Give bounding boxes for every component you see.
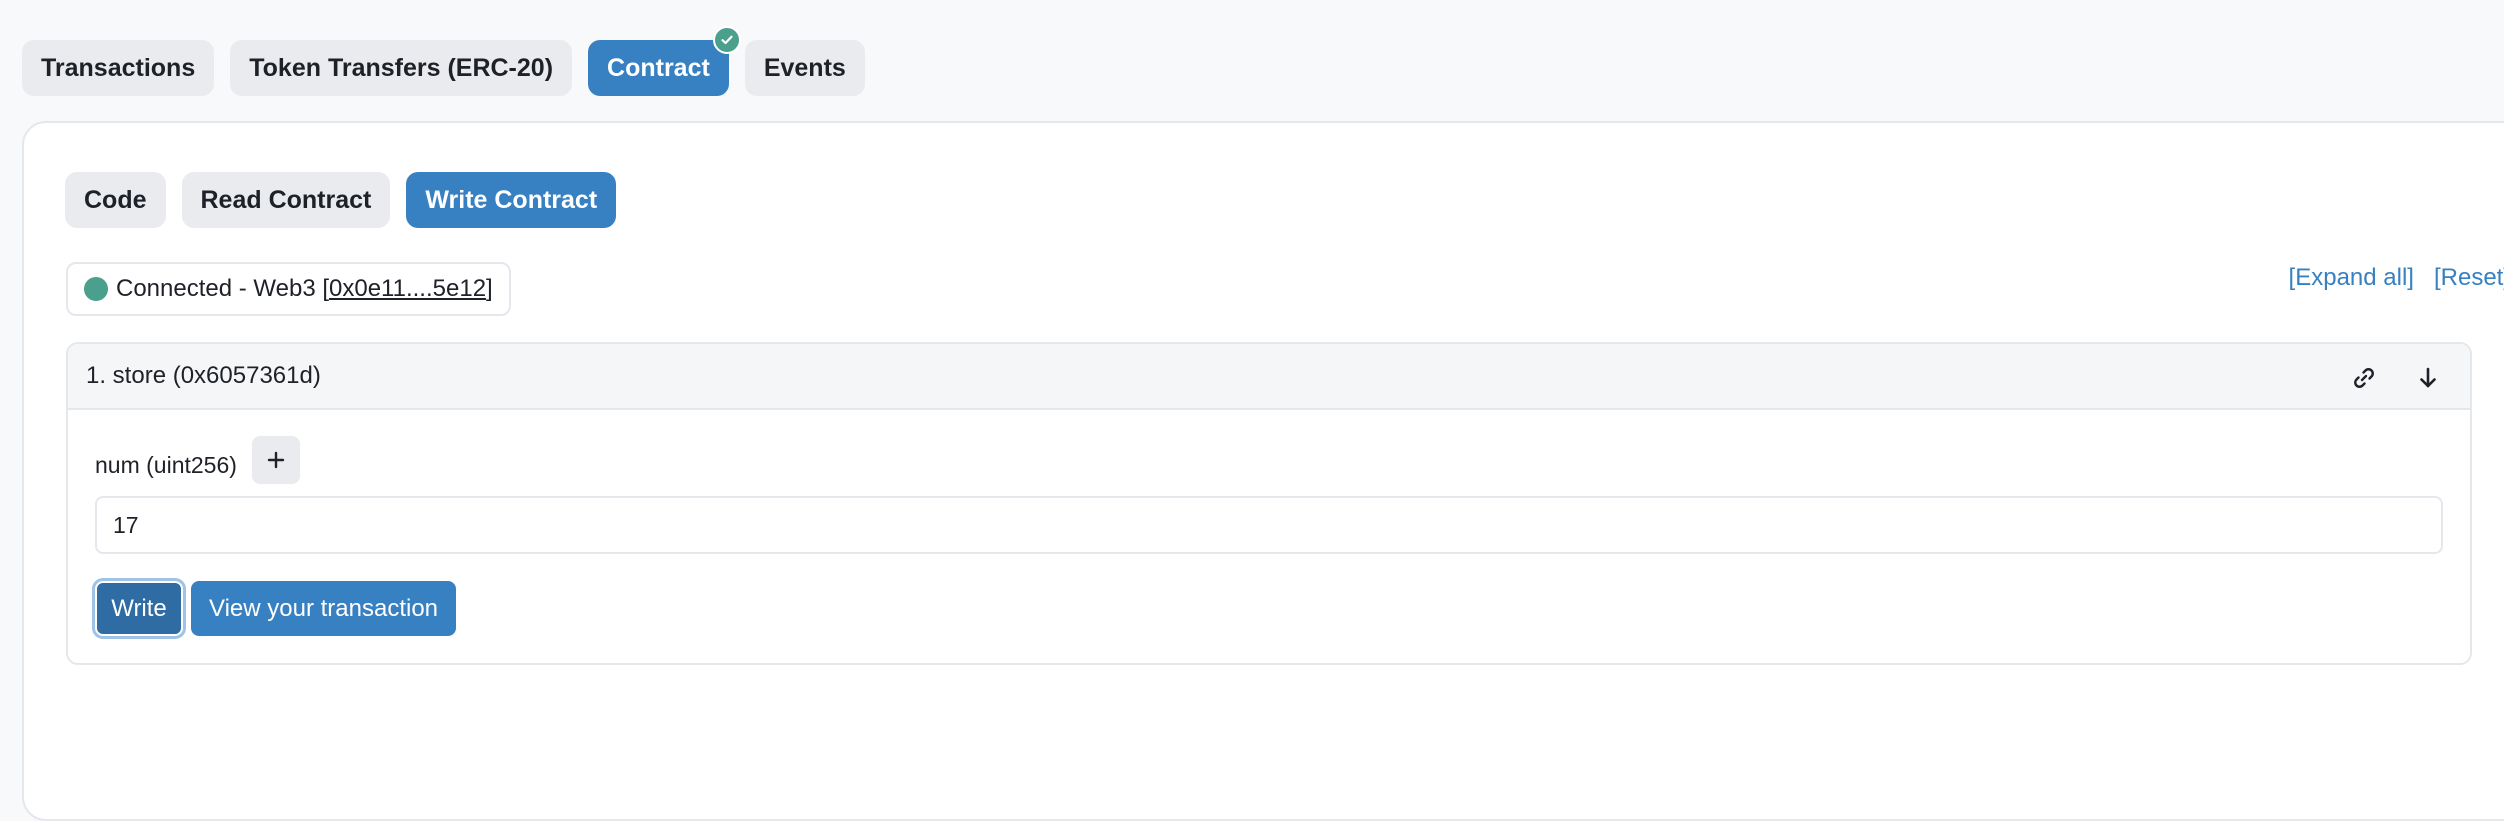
panel-controls: [Expand all] [Reset] — [2289, 264, 2504, 292]
connected-status-dot — [84, 277, 108, 301]
function-title: 1. store (0x6057361d) — [86, 362, 321, 389]
function-panel-store: 1. store (0x6057361d) num (uint256) 17 W… — [66, 342, 2472, 665]
num-input[interactable] — [95, 496, 2443, 554]
connection-prefix: Connected - Web3 [ — [116, 275, 330, 302]
tab-events[interactable]: Events — [744, 40, 865, 96]
connection-status: Connected - Web3 [0x0e11....5e12] — [66, 262, 511, 316]
subtab-write-contract[interactable]: Write Contract — [406, 172, 617, 228]
write-button[interactable]: Write — [95, 581, 183, 636]
tab-contract[interactable]: Contract — [588, 26, 741, 96]
param-label-num: num (uint256) — [95, 452, 237, 478]
connected-address-link[interactable]: 0x0e11....5e12 — [329, 275, 486, 302]
arrow-down-icon[interactable] — [2414, 364, 2442, 392]
verified-check-icon — [712, 26, 741, 54]
expand-all-link[interactable]: [Expand all] — [2289, 264, 2414, 292]
top-tabs: Transactions Token Transfers (ERC-20) Co… — [22, 26, 865, 96]
tab-contract-label: Contract — [607, 54, 710, 82]
function-header[interactable]: 1. store (0x6057361d) — [68, 344, 2470, 410]
subtab-code[interactable]: Code — [65, 172, 166, 228]
connection-suffix: ] — [486, 275, 493, 302]
link-icon[interactable] — [2350, 364, 2378, 392]
add-param-button[interactable] — [252, 436, 300, 484]
function-body: num (uint256) Write View your transactio… — [68, 410, 2470, 663]
tab-token-transfers[interactable]: Token Transfers (ERC-20) — [230, 40, 573, 96]
contract-sub-tabs: Code Read Contract Write Contract — [65, 172, 617, 228]
view-transaction-button[interactable]: View your transaction — [191, 581, 457, 636]
tab-transactions[interactable]: Transactions — [22, 40, 215, 96]
subtab-read-contract[interactable]: Read Contract — [181, 172, 391, 228]
reset-link[interactable]: [Reset] — [2434, 264, 2504, 292]
contract-card: Code Read Contract Write Contract Connec… — [22, 121, 2504, 821]
